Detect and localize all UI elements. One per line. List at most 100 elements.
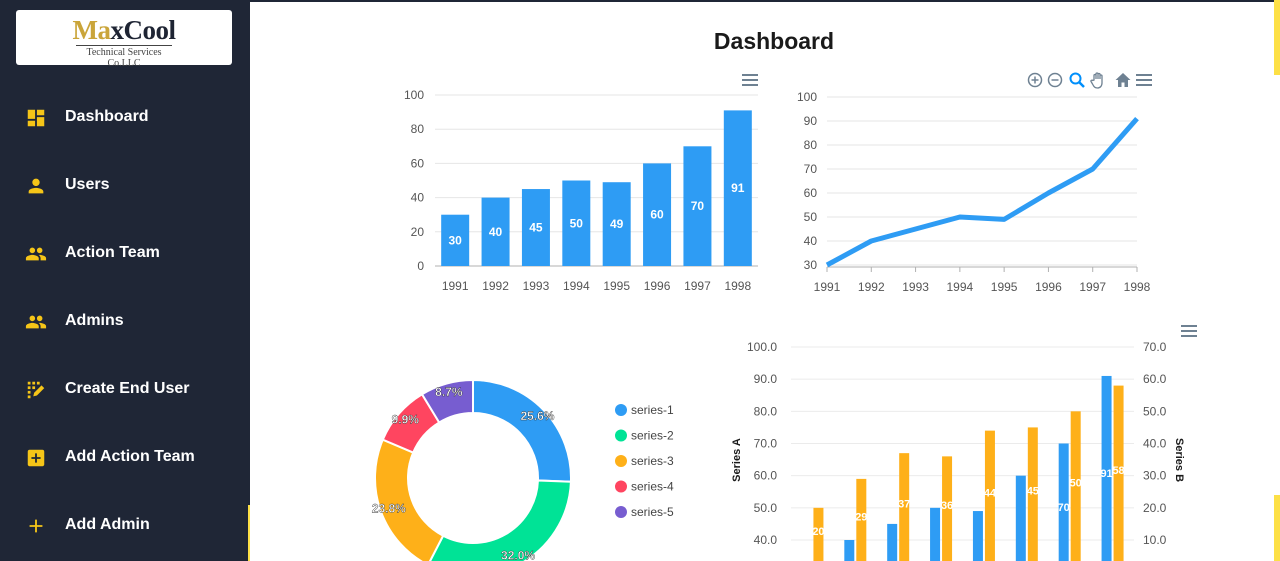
legend-marker: [615, 480, 627, 493]
data-label: 91: [731, 181, 745, 195]
bar-series-a: [1058, 443, 1069, 561]
bar-series-a: [1015, 475, 1026, 561]
legend-marker: [615, 429, 627, 442]
bar-series-a: [844, 540, 855, 561]
data-label: 45: [529, 221, 543, 235]
legend-label: series-1: [631, 403, 674, 417]
bar: [643, 163, 672, 266]
zoom-out-icon[interactable]: [1046, 71, 1064, 89]
accent-strip: [1274, 0, 1280, 75]
x-tick-label: 1995: [991, 280, 1018, 294]
y-tick-label: 20: [411, 225, 425, 239]
line-series: [825, 116, 1139, 268]
y-right-tick-label: 60.0: [1143, 372, 1167, 386]
bar: [441, 214, 470, 266]
sidebar-item-label: Dashboard: [65, 108, 149, 125]
y-right-tick-label: 40.0: [1143, 437, 1167, 451]
menu-icon[interactable]: [1179, 324, 1199, 338]
add-box-icon: [27, 449, 45, 467]
y-left-tick-label: 100.0: [747, 340, 777, 354]
bar-series-b: [1027, 427, 1038, 561]
y-tick-label: 100: [404, 88, 424, 102]
menu-icon[interactable]: [1134, 73, 1154, 87]
y-right-tick-label: 50.0: [1143, 404, 1167, 418]
y-tick-label: 60: [804, 186, 818, 200]
x-tick-label: 1992: [858, 280, 885, 294]
bar: [481, 197, 510, 266]
sidebar-item-label: Action Team: [65, 244, 160, 261]
sidebar-item-label: Add Admin: [65, 516, 150, 533]
sidebar-item-add-action-team[interactable]: Add Action Team: [0, 438, 248, 478]
bar-series-a: [930, 507, 941, 561]
x-tick-label: 1997: [684, 279, 711, 293]
y-left-tick-label: 90.0: [754, 372, 778, 386]
sidebar-item-add-admin[interactable]: Add Admin: [0, 506, 248, 546]
y-left-tick-label: 50.0: [754, 501, 778, 515]
y-right-tick-label: 20.0: [1143, 501, 1167, 515]
data-label: 37: [898, 499, 910, 511]
user-icon: [28, 178, 44, 194]
main-content: Dashboard 0 20 40 60 80 100 1991 1992 1993 1994 19…: [250, 2, 1274, 561]
y-left-tick-label: 80.0: [754, 404, 778, 418]
x-tick-label: 1994: [563, 279, 590, 293]
legend-label: series-5: [631, 505, 674, 519]
data-label: 49: [610, 217, 624, 231]
bar-series-b: [856, 478, 867, 561]
data-label: 30: [449, 233, 463, 247]
sidebar-item-users[interactable]: Users: [0, 166, 248, 206]
home-icon[interactable]: [1114, 71, 1132, 89]
data-label: 36: [941, 500, 953, 512]
y-tick-label: 80: [411, 122, 425, 136]
bar-series-b: [984, 430, 995, 561]
bar-series-b: [942, 456, 953, 561]
dashboard-icon: [27, 109, 45, 127]
x-tick-label: 1998: [724, 279, 751, 293]
x-tick-label: 1996: [1035, 280, 1062, 294]
x-tick-label: 1991: [442, 279, 469, 293]
data-label: 29: [855, 511, 867, 523]
company-logo[interactable]: MaxCool Technical Services Co.LLC: [16, 10, 232, 69]
x-tick-label: 1998: [1124, 280, 1151, 294]
legend-marker: [615, 506, 627, 518]
y-tick-label: 30: [804, 258, 818, 272]
data-label: 58: [1112, 465, 1124, 477]
legend-label: series-2: [631, 429, 674, 443]
legend-label: series-4: [631, 480, 674, 494]
data-label: 44: [984, 487, 997, 499]
data-label: 45: [1027, 486, 1039, 498]
slice-label: 23.8%: [372, 501, 406, 515]
sidebar-item-dashboard[interactable]: Dashboard: [0, 98, 248, 138]
slice-label: 9.9%: [392, 412, 420, 426]
y-tick-label: 90: [804, 114, 818, 128]
bar-series-b: [899, 453, 910, 561]
bar-series-a: [972, 511, 983, 561]
y-tick-label: 80: [804, 138, 818, 152]
y-tick-label: 70: [804, 162, 818, 176]
donut-slice: [420, 378, 474, 424]
bar-series-a: [887, 523, 898, 561]
sidebar-item-admins[interactable]: Admins: [0, 302, 248, 342]
data-label: 91: [1100, 468, 1112, 480]
y-axis-left-label: Series A: [731, 438, 743, 482]
pan-icon[interactable]: [1089, 71, 1107, 89]
y-tick-label: 40: [804, 234, 818, 248]
sidebar-item-create-end-user[interactable]: Create End User: [0, 370, 248, 410]
sidebar-item-action-team[interactable]: Action Team: [0, 234, 248, 274]
y-right-tick-label: 30.0: [1143, 469, 1167, 483]
line-chart-toolbar: [1026, 71, 1158, 89]
y-tick-label: 60: [411, 156, 425, 170]
bar: [602, 182, 631, 266]
x-tick-label: 1997: [1079, 280, 1106, 294]
x-tick-label: 1993: [523, 279, 550, 293]
plus-icon: [29, 519, 43, 533]
selection-zoom-icon[interactable]: [1068, 71, 1086, 89]
legend-marker: [615, 404, 627, 416]
donut-slice: [381, 392, 441, 454]
x-tick-label: 1992: [482, 279, 509, 293]
data-label: 70: [691, 199, 705, 213]
data-label: 50: [1070, 478, 1082, 490]
sidebar-item-label: Add Action Team: [65, 448, 195, 465]
menu-icon[interactable]: [740, 73, 760, 87]
zoom-in-icon[interactable]: [1026, 71, 1044, 89]
bar-series-b: [1113, 385, 1124, 561]
